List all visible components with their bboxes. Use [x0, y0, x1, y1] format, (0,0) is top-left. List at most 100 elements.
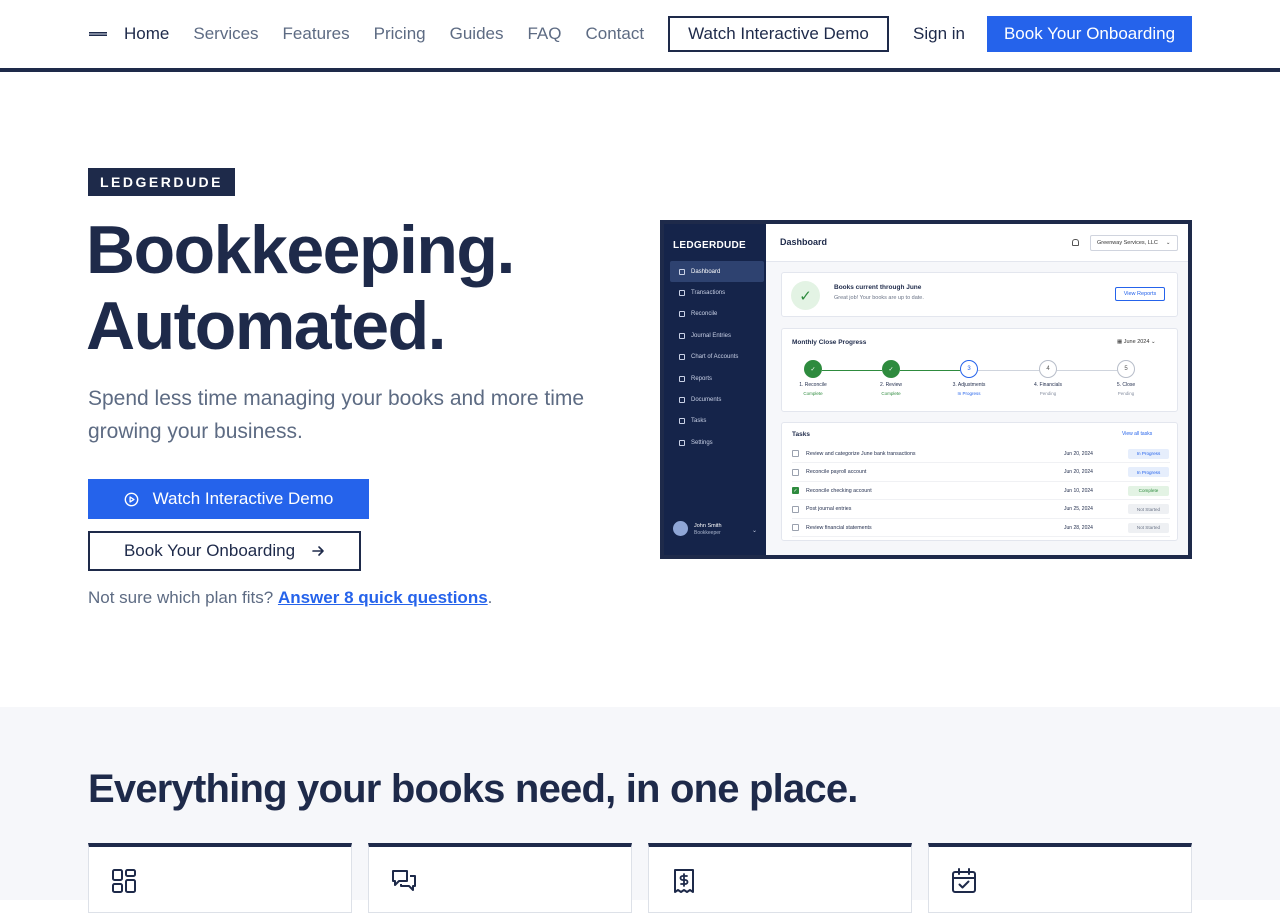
menu-item-icon [679, 397, 685, 404]
nav-guides[interactable]: Guides [450, 24, 504, 44]
book-onboarding-label: Book Your Onboarding [123, 541, 296, 560]
menu-item-icon [679, 290, 685, 297]
task-row: Post journal entries Jun 25, 2024 Not Star… [792, 501, 1170, 519]
watch-demo-button-header[interactable]: Watch Interactive Demo [668, 16, 889, 52]
menu-item-icon [679, 332, 685, 339]
menu-item-icon [679, 439, 685, 446]
book-onboarding-button-header[interactable]: Book Your Onboarding [987, 16, 1192, 52]
close-step: 3 3. Adjustments In Progress [939, 360, 999, 396]
receipt-dollar-icon [674, 869, 694, 893]
hero-title: Bookkeeping. Automated. [86, 212, 626, 364]
features-title: Everything your books need, in one place… [88, 767, 858, 811]
dashboard-menu-item: Tasks [670, 411, 764, 432]
close-step-status: Pending [1117, 391, 1135, 396]
company-select: Greenway Services, LLC ⌄ [1090, 235, 1178, 251]
dashboard-menu-label: Documents [691, 397, 722, 404]
close-step-name: 4. Financials [1033, 382, 1063, 388]
nav-home[interactable]: Home [124, 24, 169, 44]
dashboard-logo: LEDGERDUDE [673, 240, 747, 251]
dashboard-user: John Smith Bookkeeper [673, 521, 722, 536]
feature-card [368, 843, 632, 913]
dashboard-menu-label: Reconcile [691, 311, 718, 318]
nav-contact[interactable]: Contact [586, 24, 645, 44]
menu-item-icon [679, 311, 685, 318]
task-date: Jun 20, 2024 [1064, 450, 1093, 457]
task-name: Reconcile payroll account [806, 469, 867, 476]
books-status-card: ✓ Books current through June Great job! … [781, 272, 1178, 317]
books-status-title: Books current through June [834, 284, 922, 291]
close-step-status: Complete [803, 391, 823, 396]
view-all-tasks-link: View all tasks [1122, 431, 1153, 437]
hero-subtitle: Spend less time managing your books and … [88, 387, 585, 443]
tasks-card: Tasks View all tasks Review and categori… [781, 422, 1178, 541]
close-step: 4 4. Financials Pending [1018, 360, 1078, 396]
close-step-name: 5. Close [1116, 382, 1136, 388]
book-onboarding-button[interactable]: Book Your Onboarding [88, 531, 361, 571]
logo-mark[interactable] [89, 32, 107, 36]
avatar [673, 521, 688, 536]
task-date: Jun 28, 2024 [1064, 524, 1093, 531]
dashboard-menu-item: Dashboard [670, 261, 764, 283]
watch-demo-button[interactable]: Watch Interactive Demo [88, 479, 369, 519]
dashboard-menu: Dashboard Transactions Reconcile Journal En… [670, 261, 764, 454]
task-checkbox: ✓ [792, 487, 799, 495]
feature-card [88, 843, 352, 913]
dashboard-sidebar: LEDGERDUDE Dashboard Transactions Reconcil… [664, 224, 766, 555]
bell-icon [1072, 239, 1079, 246]
header-divider [0, 68, 1280, 72]
nav-services[interactable]: Services [193, 24, 258, 44]
feature-card [928, 843, 1192, 913]
hero-title-line-2: Automated. [86, 288, 447, 364]
status-badge: Complete [1128, 485, 1169, 496]
view-reports-button: View Reports [1115, 287, 1165, 301]
arrow-right-icon [312, 546, 324, 556]
nav-faq[interactable]: FAQ [527, 24, 561, 44]
monthly-close-card: Monthly Close Progress ▦ June 2024 ⌄ ✓ 1.… [781, 328, 1178, 412]
task-checkbox [792, 524, 799, 532]
close-step-name: 2. Review [880, 382, 902, 388]
close-step: 5 5. Close Pending [1096, 360, 1156, 396]
menu-item-icon [679, 418, 685, 425]
dashboard-preview-canvas: LEDGERDUDE Dashboard Transactions Reconcil… [664, 224, 1188, 555]
dashboard-grid-icon [112, 869, 136, 893]
nav-pricing[interactable]: Pricing [374, 24, 426, 44]
dashboard-menu-label: Transactions [691, 290, 726, 297]
task-date: Jun 10, 2024 [1064, 487, 1093, 494]
menu-item-icon [679, 354, 685, 361]
task-checkbox [792, 450, 799, 457]
task-row: Review financial statements Jun 28, 2024 N… [792, 519, 1170, 538]
site-header: Home Services Features Pricing Guides FA… [0, 0, 1280, 68]
monthly-close-month: ▦ June 2024 ⌄ [1117, 339, 1156, 345]
tasks-title: Tasks [792, 431, 810, 438]
close-step-status: In Progress [957, 391, 981, 396]
status-badge: Not Started [1128, 522, 1169, 533]
task-name: Review and categorize June bank transact… [806, 450, 916, 457]
task-date: Jun 25, 2024 [1064, 506, 1093, 513]
dashboard-menu-label: Settings [691, 439, 713, 446]
close-step: ✓ 2. Review Complete [861, 360, 921, 396]
dashboard-title: Dashboard [780, 237, 828, 247]
nav-features[interactable]: Features [283, 24, 350, 44]
status-badge: In Progress [1128, 448, 1169, 459]
check-circle-icon: ✓ [791, 281, 820, 310]
status-badge: In Progress [1128, 467, 1169, 478]
menu-item-icon [679, 375, 685, 382]
monthly-close-title: Monthly Close Progress [792, 339, 867, 346]
feature-card [648, 843, 912, 913]
dashboard-menu-item: Reports [670, 368, 764, 389]
close-step-name: 1. Reconcile [799, 382, 827, 388]
chevron-down-icon: ⌄ [1165, 240, 1171, 246]
books-status-subtitle: Great job! Your books are up to date. [834, 295, 924, 301]
dashboard-menu-label: Reports [691, 375, 713, 382]
task-checkbox [792, 468, 799, 476]
brand-eyebrow: LEDGERDUDE [88, 168, 236, 196]
task-row: Review and categorize June bank transact… [792, 445, 1170, 463]
chat-bubbles-icon [392, 870, 416, 891]
dashboard-menu-label: Dashboard [691, 268, 721, 275]
close-step-marker: ✓ [882, 360, 900, 378]
plan-quiz-link[interactable]: Answer 8 quick questions [278, 588, 488, 607]
user-role: Bookkeeper [694, 529, 721, 536]
sign-in-link[interactable]: Sign in [913, 16, 965, 52]
dashboard-menu-item: Reconcile [670, 304, 764, 325]
task-checkbox [792, 505, 799, 513]
